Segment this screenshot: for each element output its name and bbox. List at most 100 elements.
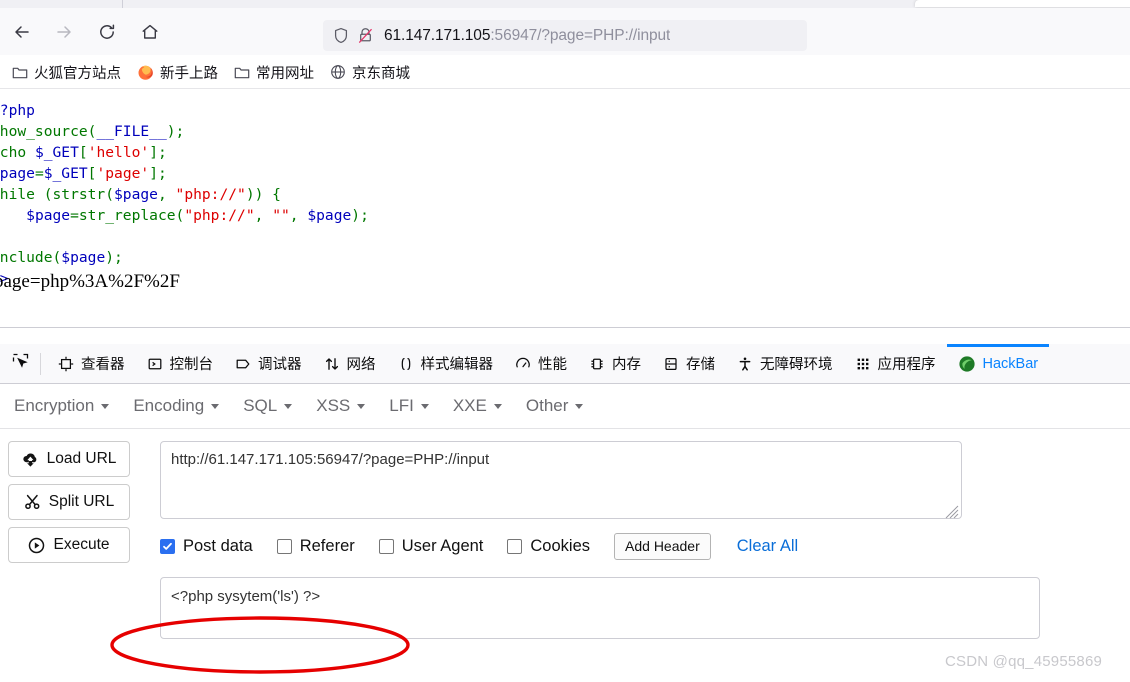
tabstrip-divider (122, 0, 123, 8)
hackbar-menu-encoding[interactable]: Encoding (133, 396, 220, 416)
menu-label: SQL (243, 396, 278, 415)
option-user-agent[interactable]: User Agent (378, 537, 483, 556)
devtools-tab-label: 调试器 (258, 357, 302, 373)
shield-icon[interactable] (333, 27, 349, 44)
checkbox-post-data[interactable] (160, 538, 175, 554)
bookmarks-bar: 火狐官方站点 新手上路 常用网址 京东商城 (0, 55, 1130, 89)
bookmark-label: 常用网址 (256, 65, 314, 82)
devtools-tab-debugger[interactable]: 调试器 (224, 344, 313, 383)
console-icon (147, 356, 163, 372)
url-path: :56947/?page=PHP://input (490, 26, 671, 44)
chevron-down-icon (357, 403, 366, 409)
button-label: Split URL (48, 493, 115, 510)
checkbox-user-agent[interactable] (378, 538, 394, 554)
devtools-tab-label: HackBar (982, 355, 1039, 372)
page-content-area: <?php show_source(__FILE__); echo $_GET[… (0, 95, 1130, 327)
checkbox-referer[interactable] (276, 538, 292, 554)
option-post-data[interactable]: Post data (160, 537, 253, 556)
hackbar-menu-bar: Encryption Encoding SQL XSS LFI XXE Othe… (0, 384, 1130, 429)
bookmark-label: 火狐官方站点 (34, 65, 121, 82)
php-source-listing: <?php show_source(__FILE__); echo $_GET[… (0, 102, 369, 287)
element-picker-icon (11, 352, 30, 376)
checkbox-cookies[interactable] (507, 538, 523, 554)
menu-label: Encryption (14, 396, 95, 415)
devtools-tab-hackbar[interactable]: HackBar (946, 344, 1050, 383)
hackbar-menu-other[interactable]: Other (526, 396, 584, 416)
chevron-down-icon (575, 403, 584, 409)
devtools-tab-inspector[interactable]: 查看器 (47, 344, 136, 383)
address-bar[interactable]: 61.147.171.105:56947/?page=PHP://input (323, 20, 807, 51)
chevron-down-icon (420, 403, 429, 409)
folder-icon (12, 65, 28, 80)
url-host: 61.147.171.105 (384, 26, 491, 44)
inspector-icon (58, 356, 74, 372)
storage-icon (663, 356, 679, 372)
menu-label: LFI (389, 396, 414, 415)
scissors-icon (24, 494, 41, 510)
play-circle-icon (28, 537, 45, 554)
lock-crossed-icon[interactable] (358, 27, 373, 44)
devtools-tab-label: 内存 (612, 357, 641, 373)
button-label: Execute (53, 536, 110, 553)
bookmark-item-1[interactable]: 新手上路 (130, 59, 225, 85)
devtools-tab-network[interactable]: 网络 (313, 344, 387, 383)
devtools-tab-label: 样式编辑器 (420, 357, 494, 373)
chevron-down-icon (284, 403, 293, 409)
bookmark-item-2[interactable]: 常用网址 (227, 59, 321, 85)
menu-label: Other (525, 396, 569, 415)
devtools-tab-storage[interactable]: 存储 (652, 344, 726, 383)
forward-button[interactable] (50, 18, 78, 46)
clear-all-link[interactable]: Clear All (737, 537, 798, 556)
devtools-panel: 查看器 控制台 调试器 网络 样式编辑器 性能 内存 存储 无障碍环境 应用程序… (0, 327, 1130, 681)
option-cookies[interactable]: Cookies (507, 537, 590, 556)
button-label: Load URL (46, 450, 117, 467)
hackbar-menu-xxe[interactable]: XXE (453, 396, 502, 416)
globe-icon (330, 64, 346, 80)
split-url-button[interactable]: Split URL (8, 484, 130, 520)
bookmark-item-3[interactable]: 京东商城 (323, 59, 417, 85)
devtools-tab-accessibility[interactable]: 无障碍环境 (726, 344, 844, 383)
menu-label: XSS (316, 396, 351, 415)
hackbar-action-buttons: Load URL Split URL Execute (8, 441, 130, 570)
url-input-resize-handle[interactable] (945, 505, 959, 519)
load-url-button[interactable]: Load URL (8, 441, 130, 477)
devtools-tab-memory[interactable]: 内存 (578, 344, 652, 383)
hackbar-menu-xss[interactable]: XSS (316, 396, 366, 416)
element-picker-button[interactable] (0, 344, 40, 383)
debugger-icon (235, 356, 251, 372)
url-input[interactable]: http://61.147.171.105:56947/?page=PHP://… (160, 441, 962, 519)
add-header-button[interactable]: Add Header (614, 532, 711, 560)
option-referer[interactable]: Referer (276, 536, 355, 556)
hackbar-menu-encryption[interactable]: Encryption (14, 396, 110, 416)
hackbar-menu-sql[interactable]: SQL (243, 396, 293, 416)
devtools-tab-label: 网络 (346, 357, 376, 373)
active-browser-tab[interactable] (915, 0, 1130, 7)
cloud-download-icon (22, 452, 39, 467)
performance-icon (515, 356, 531, 372)
post-data-input[interactable]: <?php sysytem('ls') ?> (160, 577, 1040, 639)
option-label: Cookies (530, 536, 591, 555)
hackbar-options-row: Post data Referer User Agent Cookies Add… (160, 531, 960, 561)
devtools-toolbar-separator (40, 352, 41, 375)
chevron-down-icon (101, 403, 110, 409)
option-label: Post data (183, 536, 253, 555)
application-icon (855, 356, 871, 372)
url-text: 61.147.171.105:56947/?page=PHP://input (384, 27, 670, 45)
devtools-tab-application[interactable]: 应用程序 (844, 344, 947, 383)
execute-button[interactable]: Execute (8, 527, 130, 563)
devtools-tab-console[interactable]: 控制台 (136, 344, 225, 383)
devtools-tab-label: 存储 (686, 357, 715, 373)
menu-label: XXE (452, 396, 487, 415)
hackbar-icon (958, 355, 976, 373)
back-button[interactable] (8, 18, 36, 46)
reload-button[interactable] (93, 18, 121, 46)
hackbar-menu-lfi[interactable]: LFI (389, 396, 429, 416)
devtools-tab-bar: 查看器 控制台 调试器 网络 样式编辑器 性能 内存 存储 无障碍环境 应用程序… (0, 344, 1130, 384)
bookmark-item-0[interactable]: 火狐官方站点 (5, 59, 128, 85)
devtools-tab-style-editor[interactable]: 样式编辑器 (387, 344, 505, 383)
accessibility-icon (737, 356, 753, 372)
style-editor-icon (398, 356, 414, 372)
home-button[interactable] (136, 18, 164, 46)
option-label: Referer (299, 536, 355, 555)
devtools-tab-performance[interactable]: 性能 (504, 344, 578, 383)
